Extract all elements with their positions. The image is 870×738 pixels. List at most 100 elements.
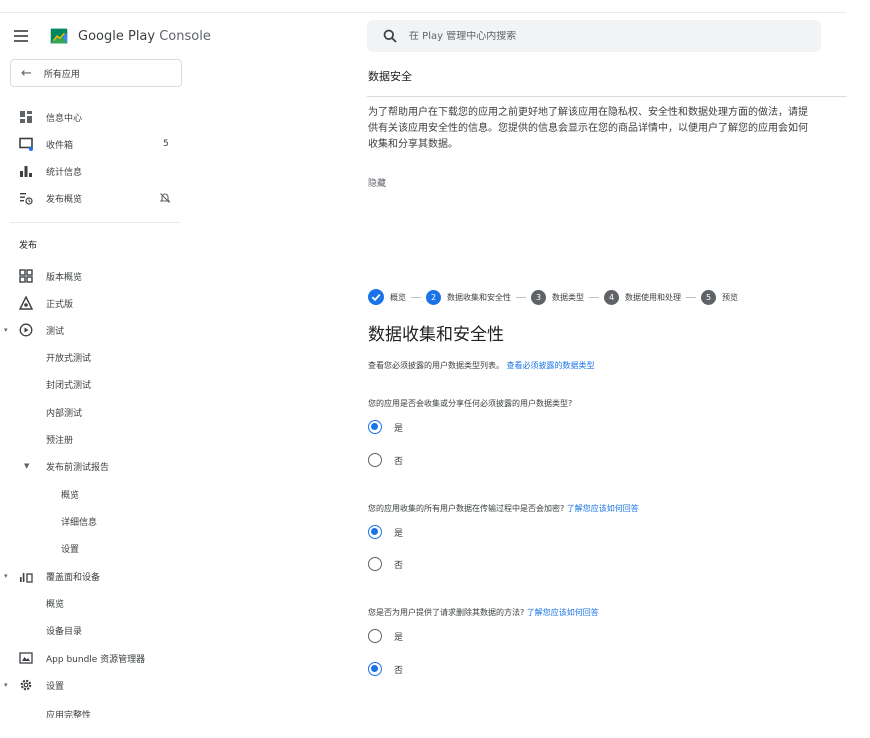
progress-stepper: 概览 2 数据收集和安全性 3 数据类型 4 数据使用和处理 5 预览 [368, 288, 738, 306]
brand-name: Google Play Console [78, 28, 211, 44]
step-data-collection[interactable]: 2 数据收集和安全性 [426, 289, 511, 305]
radio-option-yes[interactable]: 是 [368, 524, 403, 540]
radio-option-no[interactable]: 否 [368, 452, 403, 468]
step-number: 5 [701, 289, 716, 305]
sidebar-item-device-catalog[interactable]: 设备目录 [0, 620, 190, 640]
sidebar-item-testing[interactable]: ▾ 测试 [0, 320, 190, 340]
grid-icon [19, 269, 33, 283]
step-overview[interactable]: 概览 [368, 289, 406, 305]
sidebar-item-publishing-overview[interactable]: 发布概览 [0, 188, 190, 208]
radio-button[interactable] [368, 453, 382, 467]
step-number: 4 [604, 289, 619, 305]
step-label: 数据类型 [552, 292, 584, 302]
radio-label: 否 [394, 560, 404, 571]
sidebar-item-production[interactable]: 正式版 [0, 293, 190, 313]
sidebar-item-label: 测试 [46, 326, 65, 337]
notifications-off-icon [159, 193, 171, 203]
radio-label: 否 [394, 665, 404, 676]
all-apps-button[interactable]: ← 所有应用 [10, 59, 182, 87]
sidebar-item-label: App bundle 资源管理器 [46, 654, 146, 665]
sidebar-item-internal-testing[interactable]: 内部测试 [0, 402, 190, 422]
radio-option-no[interactable]: 否 [368, 661, 403, 677]
sidebar-item-label: 统计信息 [46, 167, 83, 178]
learn-how-to-answer-link[interactable]: 了解您应该如何回答 [527, 608, 599, 617]
question-encryption: 您的应用收集的所有用户数据在传输过程中是否会加密? 了解您应该如何回答 [368, 503, 639, 514]
sidebar-item-label: 设置 [61, 544, 80, 555]
sidebar-item-inbox[interactable]: 收件箱 5 [0, 134, 190, 154]
section-description: 查看您必须披露的用户数据类型列表。 查看必须披露的数据类型 [368, 360, 595, 371]
hide-intro-button[interactable]: 隐藏 [368, 176, 386, 189]
radio-button-selected[interactable] [368, 525, 382, 539]
sidebar-item-statistics[interactable]: 统计信息 [0, 161, 190, 181]
search-input[interactable] [409, 30, 789, 42]
inbox-count-badge: 5 [163, 139, 169, 149]
radio-option-no[interactable]: 否 [368, 556, 403, 572]
release-overview-icon [20, 193, 33, 205]
radio-button[interactable] [368, 629, 382, 643]
sidebar-section-publish: 发布 [19, 241, 38, 251]
sidebar-item-pre-launch-details[interactable]: 详细信息 [0, 511, 190, 531]
sidebar-item-closed-testing[interactable]: 封闭式测试 [0, 374, 190, 394]
radio-button[interactable] [368, 557, 382, 571]
sidebar-item-label: 详细信息 [61, 517, 98, 528]
radio-option-yes[interactable]: 是 [368, 419, 403, 435]
sidebar-item-pre-launch-report[interactable]: ▼ 发布前测试报告 [0, 456, 190, 476]
sidebar-divider [10, 222, 180, 223]
description-text: 查看您必须披露的用户数据类型列表。 [368, 361, 504, 370]
sidebar-item-label: 开放式测试 [46, 353, 92, 364]
question-text: 您是否为用户提供了请求删除其数据的方法? [368, 608, 525, 617]
sidebar-item-reach-devices[interactable]: ▾ 覆盖面和设备 [0, 566, 190, 586]
sidebar-item-reach-overview[interactable]: 概览 [0, 593, 190, 613]
question-text: 您的应用收集的所有用户数据在传输过程中是否会加密? [368, 504, 565, 513]
expand-caret-icon[interactable]: ▾ [4, 681, 8, 689]
title-divider [367, 96, 847, 97]
step-separator [411, 296, 421, 298]
search-bar[interactable] [367, 20, 821, 52]
reach-devices-icon [20, 573, 33, 583]
sidebar-item-app-bundle-explorer[interactable]: App bundle 资源管理器 [0, 648, 190, 668]
question-text: 您的应用是否会收集或分享任何必须披露的用户数据类型? [368, 399, 573, 408]
sidebar-item-pre-registration[interactable]: 预注册 [0, 429, 190, 449]
sidebar-item-pre-launch-overview[interactable]: 概览 [0, 484, 190, 504]
step-data-types[interactable]: 3 数据类型 [531, 289, 584, 305]
intro-text: 为了帮助用户在下载您的应用之前更好地了解该应用在隐私权、安全性和数据处理方面的做… [368, 107, 808, 150]
sidebar-item-label: 预注册 [46, 435, 74, 446]
data-types-link[interactable]: 查看必须披露的数据类型 [507, 361, 595, 370]
question-collect-share: 您的应用是否会收集或分享任何必须披露的用户数据类型? [368, 398, 572, 409]
step-number: 3 [531, 289, 546, 305]
expand-caret-icon[interactable]: ▾ [4, 572, 8, 580]
sidebar-item-dashboard[interactable]: 信息中心 [0, 107, 190, 127]
sidebar-item-label: 设置 [46, 681, 65, 692]
sidebar-item-open-testing[interactable]: 开放式测试 [0, 347, 190, 367]
sidebar-item-app-integrity[interactable]: 应用完整性 [0, 704, 190, 718]
sidebar-item-setup[interactable]: ▾ 设置 [0, 675, 190, 695]
sidebar-item-label: 设备目录 [46, 626, 83, 637]
page-title: 数据安全 [368, 70, 412, 83]
expand-caret-icon[interactable]: ▾ [4, 326, 8, 334]
sidebar-item-label: 应用完整性 [46, 711, 92, 718]
sidebar-item-label: 概览 [61, 490, 80, 501]
learn-how-to-answer-link[interactable]: 了解您应该如何回答 [567, 504, 639, 513]
sidebar-item-pre-launch-settings[interactable]: 设置 [0, 538, 190, 558]
radio-label: 是 [394, 528, 404, 539]
step-separator [589, 296, 599, 298]
section-heading: 数据收集和安全性 [368, 325, 504, 345]
back-arrow-icon: ← [21, 65, 32, 81]
sidebar-item-release-overview[interactable]: 版本概览 [0, 266, 190, 286]
radio-button-selected[interactable] [368, 662, 382, 676]
question-deletion: 您是否为用户提供了请求删除其数据的方法? 了解您应该如何回答 [368, 607, 599, 618]
collapse-caret-icon[interactable]: ▼ [24, 462, 29, 470]
step-preview[interactable]: 5 预览 [701, 289, 738, 305]
search-icon [383, 29, 397, 43]
step-separator [516, 296, 526, 298]
sidebar-item-label: 收件箱 [46, 140, 74, 151]
sidebar-item-label: 内部测试 [46, 408, 83, 419]
step-label: 概览 [390, 292, 406, 302]
production-icon [19, 296, 33, 310]
step-data-usage[interactable]: 4 数据使用和处理 [604, 289, 681, 305]
google-play-console-logo-icon[interactable] [48, 25, 70, 47]
radio-option-yes[interactable]: 是 [368, 628, 403, 644]
sidebar-item-label: 发布概览 [46, 194, 83, 205]
radio-button-selected[interactable] [368, 420, 382, 434]
menu-icon[interactable] [14, 30, 28, 42]
